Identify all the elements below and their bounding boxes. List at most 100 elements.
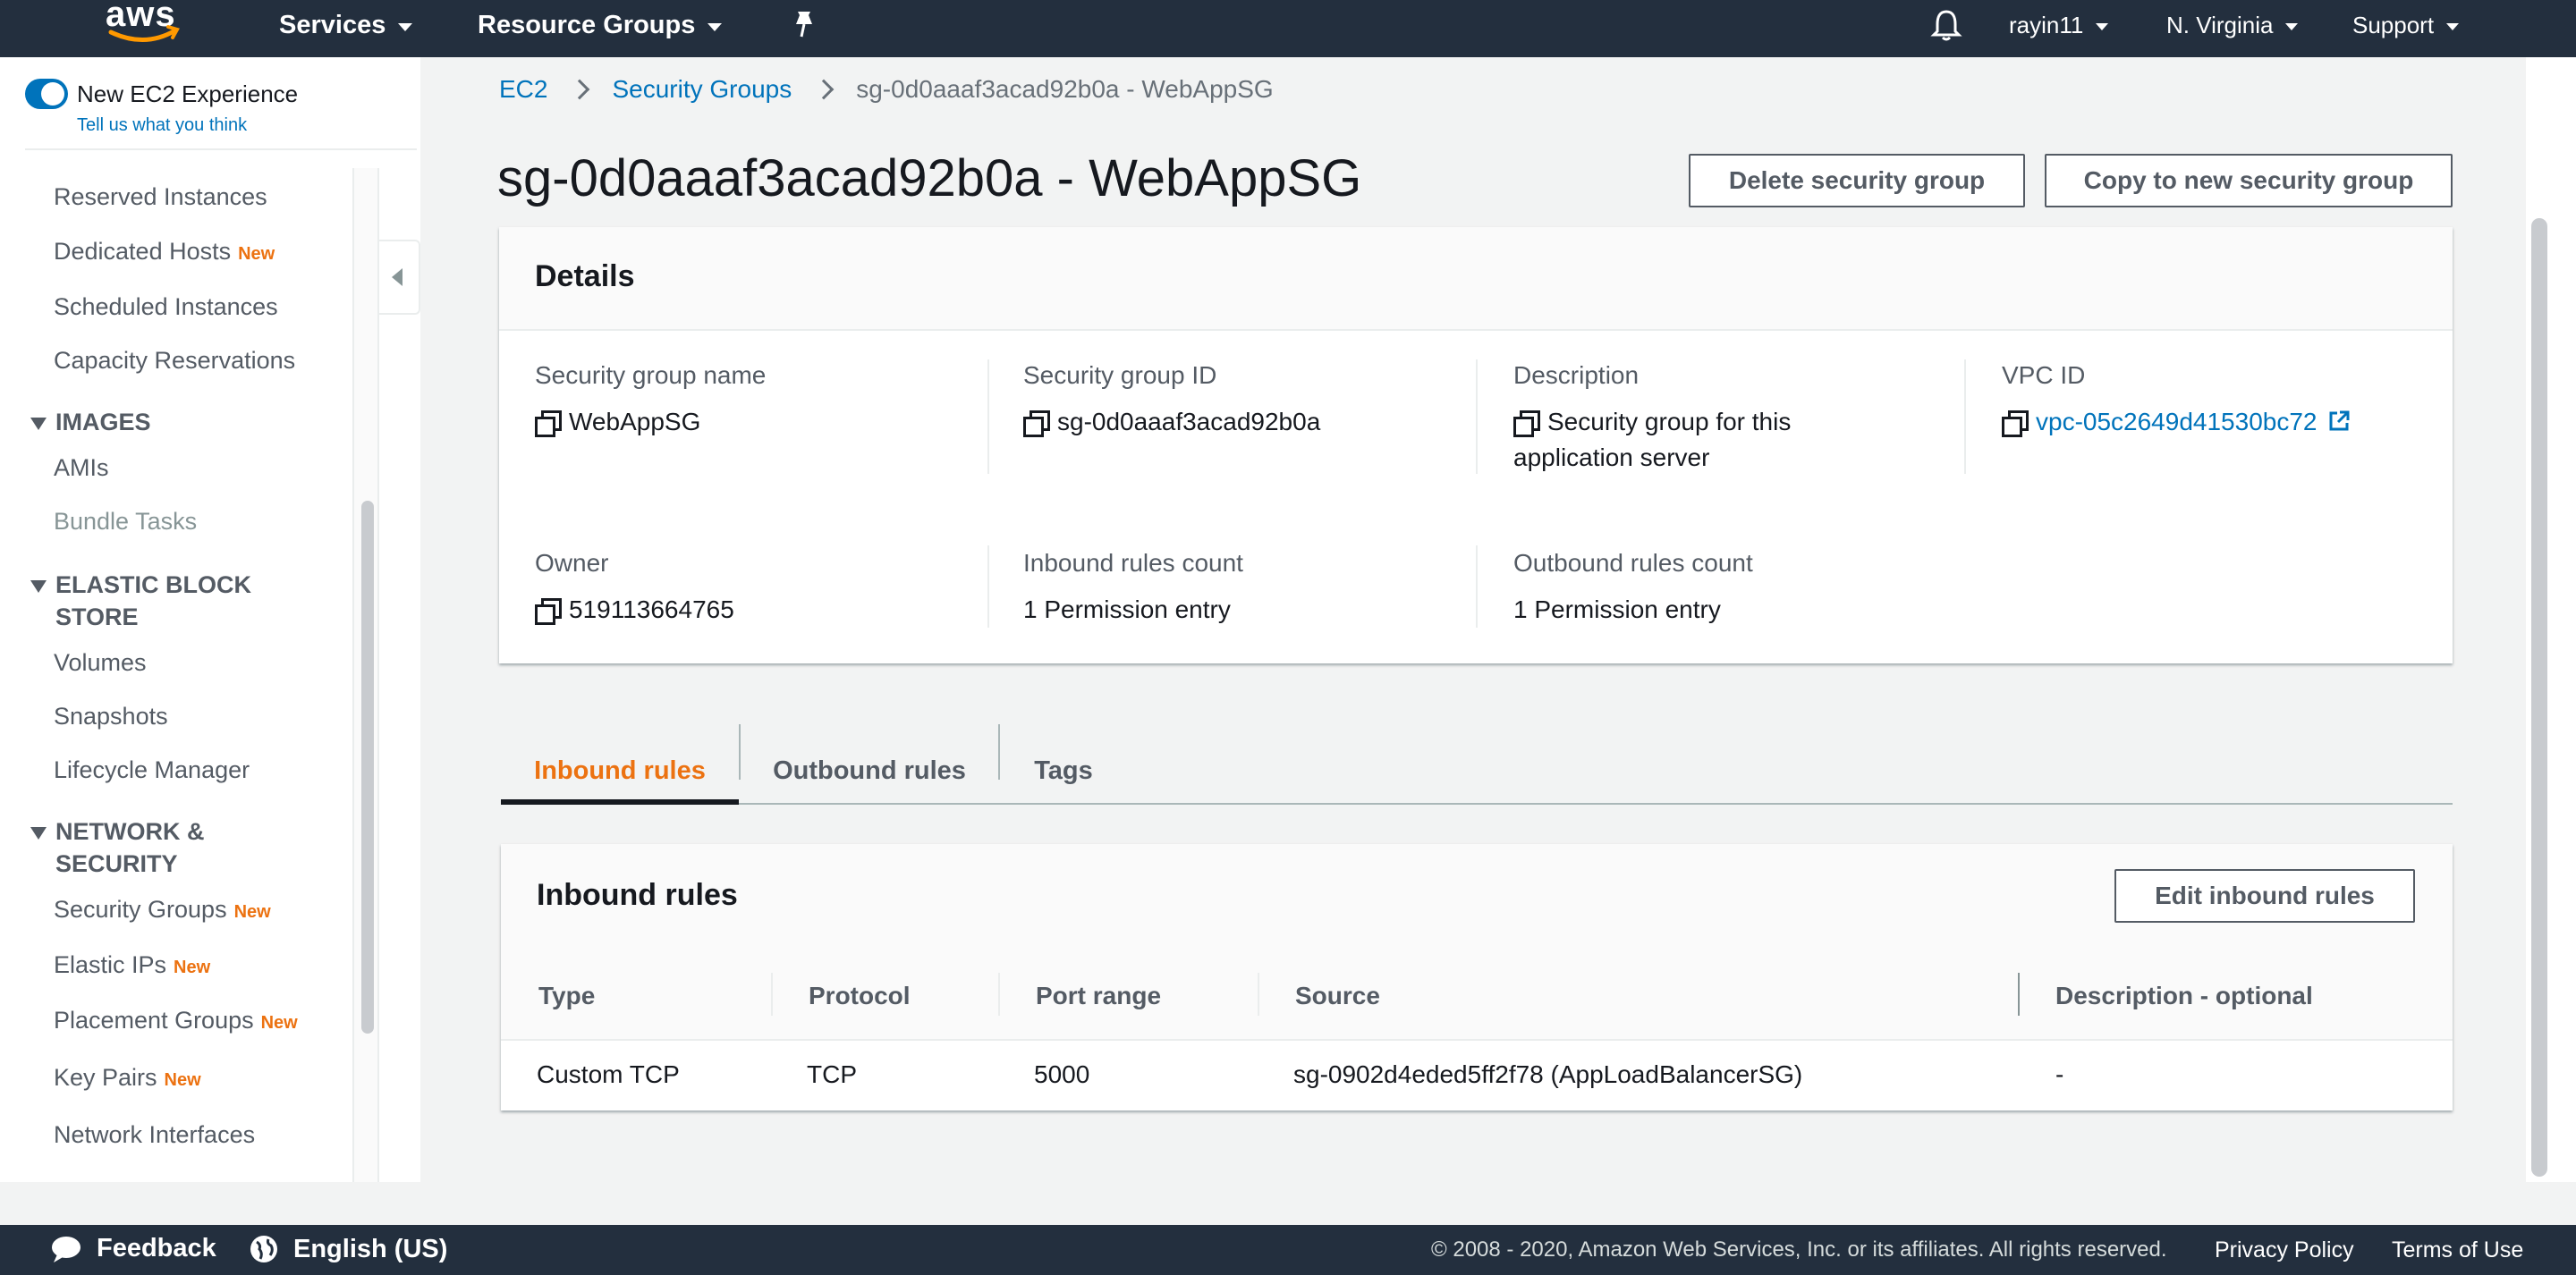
- support-menu[interactable]: Support: [2352, 7, 2460, 43]
- outbound-count-label: Outbound rules count: [1513, 549, 1753, 577]
- edit-inbound-rules-button[interactable]: Edit inbound rules: [2114, 869, 2415, 923]
- account-menu[interactable]: rayin11: [2009, 7, 2109, 43]
- chevron-down-icon: [2446, 23, 2460, 30]
- section-label-line2: STORE: [55, 604, 139, 630]
- sidebar-item-label: Network Interfaces: [54, 1121, 256, 1148]
- sg-id-label: Security group ID: [1023, 361, 1217, 389]
- copy-icon[interactable]: [1513, 410, 1540, 437]
- sidebar-item-label: Key Pairs: [54, 1064, 157, 1091]
- tab-outbound-rules[interactable]: Outbound rules: [741, 735, 998, 806]
- section-label-line1: NETWORK &: [55, 818, 205, 845]
- sidebar-item-bundle-tasks[interactable]: Bundle Tasks: [54, 508, 197, 536]
- copy-security-group-button[interactable]: Copy to new security group: [2045, 154, 2453, 207]
- column-divider: [1476, 545, 1478, 628]
- services-label: Services: [279, 10, 386, 39]
- sidebar-item-key-pairs[interactable]: Key Pairs New: [54, 1064, 201, 1092]
- services-menu[interactable]: Services: [279, 7, 413, 43]
- sidebar-item-elastic-ips[interactable]: Elastic IPs New: [54, 951, 210, 979]
- copy-icon[interactable]: [1023, 410, 1050, 437]
- column-header-description[interactable]: Description - optional: [2055, 982, 2313, 1010]
- inbound-count-value: 1 Permission entry: [1023, 595, 1231, 623]
- sidebar-section-network-security[interactable]: NETWORK & SECURITY: [30, 815, 204, 880]
- section-label-line1: ELASTIC BLOCK: [55, 571, 251, 598]
- feedback-link[interactable]: Tell us what you think: [77, 115, 247, 136]
- sidebar-item-snapshots[interactable]: Snapshots: [54, 703, 168, 730]
- sidebar-item-label: Capacity Reservations: [54, 347, 296, 374]
- language-selector[interactable]: English (US): [249, 1234, 447, 1264]
- sidebar-item-reserved-instances[interactable]: Reserved Instances: [54, 183, 267, 211]
- caret-down-icon: [30, 579, 47, 593]
- description-line2: application server: [1513, 443, 1710, 471]
- terms-of-use-link[interactable]: Terms of Use: [2392, 1237, 2523, 1263]
- new-experience-toggle[interactable]: [25, 79, 68, 109]
- column-divider: [987, 359, 989, 474]
- sidebar-collapse-button[interactable]: [379, 240, 420, 315]
- sidebar-item-label: Placement Groups: [54, 1007, 254, 1034]
- table-header-border: [501, 1039, 2453, 1041]
- new-badge: New: [174, 958, 211, 977]
- external-link-icon[interactable]: [2327, 410, 2351, 433]
- breadcrumb-ec2[interactable]: EC2: [499, 75, 547, 104]
- sidebar-item-label: Bundle Tasks: [54, 508, 198, 535]
- active-tab-indicator: [501, 799, 739, 805]
- inbound-count-label: Inbound rules count: [1023, 549, 1243, 577]
- vpc-id-link[interactable]: vpc-05c2649d41530bc72: [2036, 404, 2317, 440]
- sidebar-item-capacity-reservations[interactable]: Capacity Reservations: [54, 347, 295, 375]
- toggle-knob: [41, 82, 64, 106]
- chevron-down-icon: [2096, 23, 2109, 30]
- new-badge: New: [233, 902, 271, 922]
- column-header-protocol[interactable]: Protocol: [809, 982, 911, 1010]
- sidebar-scrollbar[interactable]: [361, 501, 374, 1034]
- privacy-policy-link[interactable]: Privacy Policy: [2215, 1237, 2354, 1263]
- column-header-port-range[interactable]: Port range: [1036, 982, 1161, 1010]
- notifications-button[interactable]: [1930, 7, 1962, 43]
- column-resizer[interactable]: [2018, 973, 2020, 1016]
- breadcrumb-security-groups[interactable]: Security Groups: [612, 75, 792, 104]
- sidebar-item-amis[interactable]: AMIs: [54, 454, 109, 482]
- details-title: Details: [535, 259, 635, 293]
- feedback-button[interactable]: Feedback: [50, 1234, 216, 1263]
- main-scrollbar[interactable]: [2531, 218, 2547, 1177]
- description-line1: Security group for this: [1547, 408, 1792, 435]
- language-label: English (US): [293, 1234, 448, 1263]
- chevron-right-icon: [570, 79, 590, 100]
- sg-id-text: sg-0d0aaaf3acad92b0a: [1057, 408, 1321, 435]
- support-label: Support: [2352, 11, 2435, 38]
- chevron-right-icon: [813, 79, 835, 100]
- copy-icon[interactable]: [2002, 410, 2029, 437]
- sidebar-section-images[interactable]: IMAGES: [30, 406, 151, 438]
- column-resizer[interactable]: [1258, 973, 1259, 1016]
- tab-inbound-rules[interactable]: Inbound rules: [501, 735, 739, 806]
- column-header-source[interactable]: Source: [1295, 982, 1380, 1010]
- sidebar-item-dedicated-hosts[interactable]: Dedicated Hosts New: [54, 238, 275, 266]
- sidebar-section-ebs[interactable]: ELASTIC BLOCK STORE: [30, 569, 251, 633]
- globe-icon: [250, 1236, 277, 1262]
- column-divider: [987, 545, 989, 628]
- cell-protocol: TCP: [807, 1060, 857, 1088]
- sidebar-item-lifecycle-manager[interactable]: Lifecycle Manager: [54, 756, 250, 784]
- speech-bubble-icon: [52, 1236, 80, 1262]
- region-menu[interactable]: N. Virginia: [2166, 7, 2299, 43]
- copy-icon[interactable]: [535, 410, 562, 437]
- vpc-id-value: vpc-05c2649d41530bc72: [2002, 404, 2351, 440]
- sidebar-item-scheduled-instances[interactable]: Scheduled Instances: [54, 293, 278, 321]
- copy-icon[interactable]: [535, 598, 562, 625]
- sidebar-item-label: AMIs: [54, 454, 109, 481]
- pin-icon: [796, 12, 812, 38]
- pin-button[interactable]: [791, 7, 818, 43]
- sidebar-item-volumes[interactable]: Volumes: [54, 649, 147, 677]
- sidebar-item-security-groups[interactable]: Security Groups New: [54, 896, 271, 924]
- sidebar-item-placement-groups[interactable]: Placement Groups New: [54, 1007, 298, 1034]
- resource-groups-menu[interactable]: Resource Groups: [478, 7, 723, 43]
- feedback-label: Feedback: [97, 1234, 216, 1262]
- sidebar-item-network-interfaces[interactable]: Network Interfaces: [54, 1121, 255, 1149]
- description-text: Security group for this: [1547, 404, 1791, 440]
- column-resizer[interactable]: [998, 973, 1000, 1016]
- column-header-type[interactable]: Type: [538, 982, 595, 1010]
- aws-logo[interactable]: aws: [106, 0, 182, 50]
- delete-security-group-button[interactable]: Delete security group: [1689, 154, 2025, 207]
- aws-smile-icon: [108, 25, 180, 42]
- tab-tags[interactable]: Tags: [1000, 735, 1127, 806]
- description-value: Security group for this: [1513, 404, 1791, 440]
- column-resizer[interactable]: [771, 973, 773, 1016]
